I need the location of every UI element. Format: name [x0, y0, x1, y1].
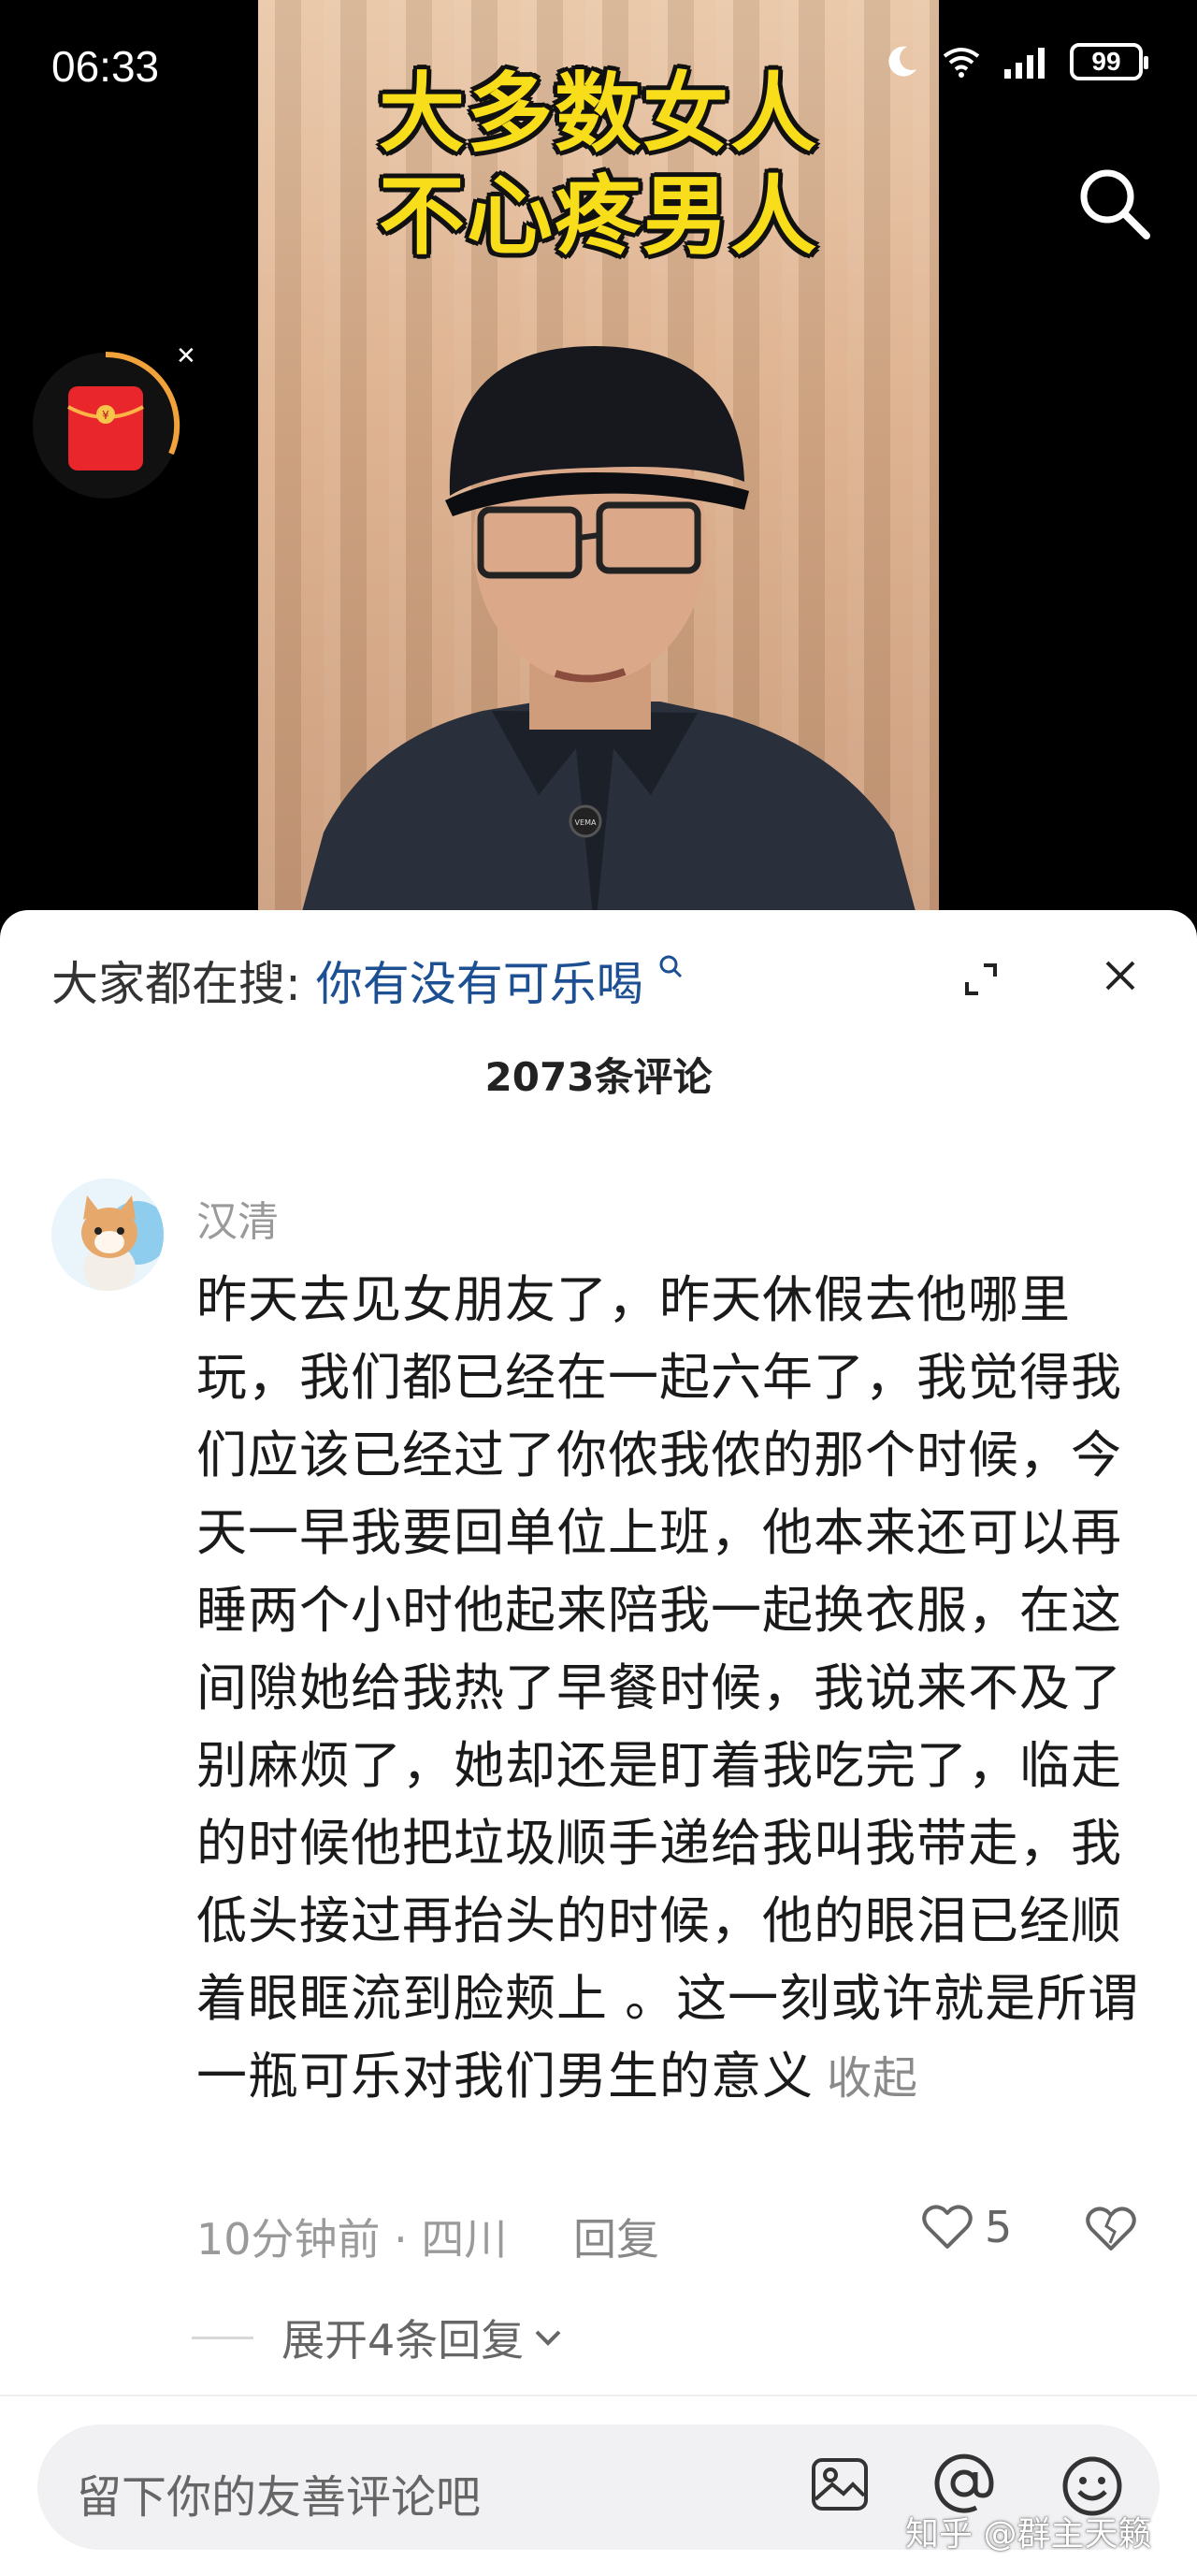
search-icon[interactable]: [1075, 165, 1154, 243]
chevron-down-icon: [535, 2330, 561, 2346]
video-headline-line1: 大多数女人: [378, 64, 818, 164]
close-icon[interactable]: [1102, 957, 1139, 994]
wifi-icon: [943, 48, 980, 78]
status-time: 06:33: [51, 42, 160, 91]
battery-indicator: 99: [1070, 43, 1148, 80]
comment-time: 10分钟前: [196, 2214, 381, 2265]
expand-icon[interactable]: [961, 960, 1001, 999]
comment-body: 昨天去见女朋友了，昨天休假去他哪里玩，我们都已经在一起六年了，我觉得我们应该已经…: [196, 1270, 1140, 2106]
broken-heart-icon[interactable]: [1085, 2206, 1137, 2252]
watermark: 知乎 @群主天籁: [905, 2515, 1152, 2554]
expand-replies-label: 展开4条回复: [281, 2315, 525, 2366]
svg-text:¥: ¥: [102, 409, 109, 422]
trending-search-keyword[interactable]: 你有没有可乐喝: [316, 957, 643, 1011]
red-packet-close-icon[interactable]: ✕: [176, 342, 196, 370]
video-headline-line2: 不心疼男人: [378, 166, 818, 267]
trending-search-prefix: 大家都在搜:: [51, 957, 301, 1011]
small-search-icon: [659, 955, 682, 978]
signal-icon: [1004, 48, 1045, 79]
divider-line: [192, 2336, 253, 2339]
like-button[interactable]: 5: [921, 2202, 1012, 2252]
image-icon[interactable]: [810, 2456, 870, 2512]
video-player[interactable]: VEMA 大多数女人 不心疼男人: [258, 0, 939, 935]
comment-meta: 10分钟前 · 四川 回复: [196, 2206, 659, 2267]
comment-input-placeholder: 留下你的友善评论吧: [77, 2471, 482, 2524]
trending-search-row[interactable]: 大家都在搜: 你有没有可乐喝: [51, 947, 685, 1014]
comment-username[interactable]: 汉清: [196, 1188, 279, 1248]
red-packet-widget[interactable]: ¥: [31, 351, 180, 500]
avatar[interactable]: [51, 1179, 164, 1291]
comment-location: 四川: [421, 2214, 508, 2265]
heart-icon: [922, 2205, 973, 2249]
comment-text: 昨天去见女朋友了，昨天休假去他哪里玩，我们都已经在一起六年了，我觉得我们应该已经…: [196, 1261, 1150, 2118]
status-icons: 99: [883, 43, 1148, 80]
reply-button[interactable]: 回复: [573, 2214, 659, 2265]
moon-icon: [888, 46, 916, 77]
comment-count: 2073条评论: [484, 1054, 713, 1100]
collapse-link[interactable]: 收起: [827, 2052, 918, 2105]
expand-replies-button[interactable]: 展开4条回复: [192, 2307, 565, 2368]
video-presenter-image: VEMA: [296, 346, 922, 935]
like-count: 5: [985, 2202, 1013, 2252]
meta-separator: ·: [394, 2214, 408, 2265]
divider: [0, 2395, 1197, 2396]
shirt-logo: VEMA: [575, 818, 597, 827]
